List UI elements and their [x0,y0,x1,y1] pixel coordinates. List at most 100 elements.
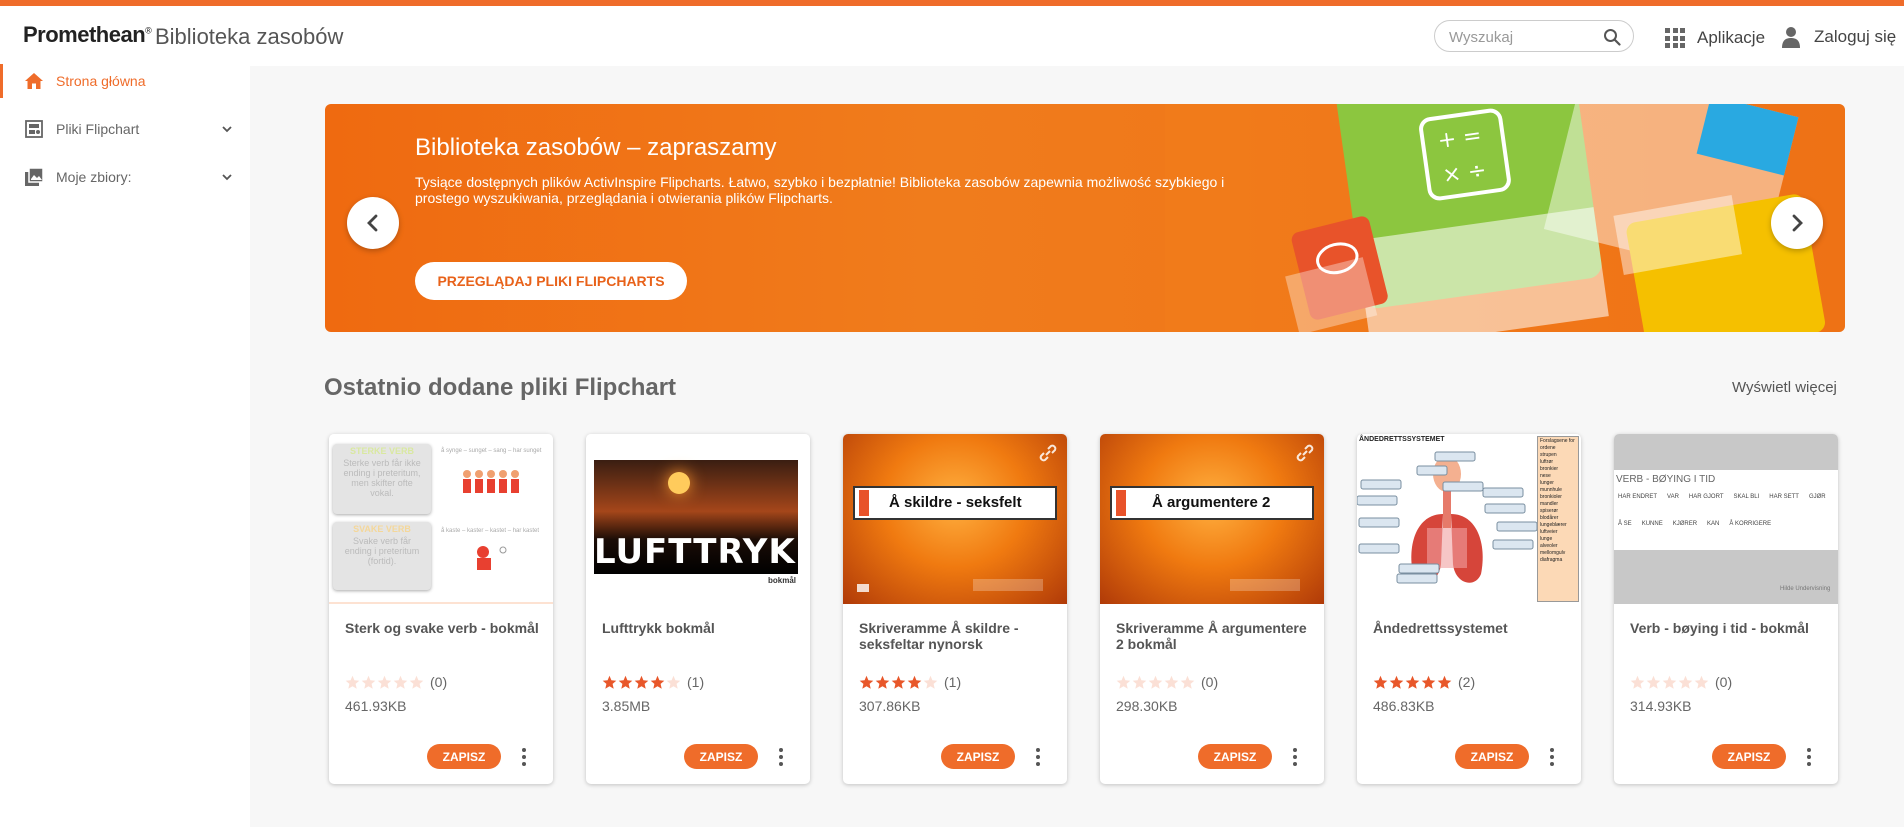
star-filled-icon [1389,675,1404,689]
sidebar-item-collections[interactable]: Moje zbiory: [0,162,250,192]
card-thumbnail[interactable]: Å argumentere 2 [1100,434,1324,604]
sidebar-item-flipcharts[interactable]: Pliki Flipchart [0,114,250,144]
star-filled-icon [1437,675,1452,689]
verb-word: HAR GJORT [1688,494,1724,500]
search-input[interactable] [1449,27,1599,47]
verb-word: HAR SETT [1769,494,1799,500]
star-empty-icon [1132,675,1147,689]
more-options-icon[interactable] [1804,747,1814,767]
anatomy-term: bronkier [1540,466,1559,472]
anatomy-term: lungeblærer [1540,522,1567,528]
star-filled-icon [1373,675,1388,689]
card-thumbnail[interactable]: VERB - BØYING I TID HAR ENDRET VAR HAR GJO… [1614,434,1838,604]
card-title[interactable]: Lufttrykk bokmål [602,620,797,636]
save-button[interactable]: ZAPISZ [1198,744,1272,769]
star-empty-icon [377,675,392,689]
star-filled-icon [875,675,890,689]
flipchart-icon [25,120,43,138]
link-icon [1039,444,1057,462]
sidebar-item-home[interactable]: Strona główna [0,64,250,98]
star-empty-icon [1116,675,1131,689]
more-options-icon[interactable] [1547,747,1557,767]
anatomy-terms-list: Forslagsene for ordene strupen luftrør bron… [1537,436,1579,602]
app-header: Promethean® Biblioteka zasobów Aplikacje… [0,6,1904,66]
verb-word: KJØRER [1672,521,1698,527]
flipchart-card[interactable]: ÅNDEDRETTSSYSTEMET Forslagsene for orden… [1357,434,1581,784]
anatomy-term: lunge [1540,536,1553,542]
card-title[interactable]: Skriveramme Å skildre - seksfeltar nynor… [859,620,1054,652]
anatomy-term: blodårer [1540,515,1559,521]
card-title[interactable]: Skriveramme Å argumentere 2 bokmål [1116,620,1311,652]
flipchart-card[interactable]: STERKE VERB Sterke verb får ikke ending … [329,434,553,784]
banner-title: Biblioteka zasobów – zapraszamy [415,134,777,161]
flipchart-card[interactable]: LUFTTRYKK bokmål Lufttrykk bokmål (1) 3.… [586,434,810,784]
star-empty-icon [1694,675,1709,689]
section-title: Ostatnio dodane pliki Flipchart [324,374,677,401]
see-more-link[interactable]: Wyświetl więcej [1732,379,1837,396]
file-size: 298.30KB [1116,698,1178,714]
star-filled-icon [650,675,665,689]
card-title[interactable]: Sterk og svake verb - bokmål [345,620,540,636]
rating-count: (2) [1458,674,1476,690]
search-box[interactable] [1434,20,1634,52]
home-icon [25,73,43,89]
more-options-icon[interactable] [776,747,786,767]
search-icon[interactable] [1603,28,1621,46]
anatomy-term: bronkioler [1540,494,1562,500]
browse-flipcharts-button[interactable]: PRZEGLĄDAJ PLIKI FLIPCHARTS [415,262,687,300]
card-title[interactable]: Åndedrettssystemet [1373,620,1568,636]
star-filled-icon [634,675,649,689]
star-empty-icon [1678,675,1693,689]
star-filled-icon [1421,675,1436,689]
anatomy-term: Forslagsene for ordene [1540,438,1575,451]
flipchart-card[interactable]: Å skildre - seksfelt Skriveramme Å skild… [843,434,1067,784]
rating-stars: (1) [859,674,961,690]
flipchart-card[interactable]: Å argumentere 2 Skriveramme Å argumenter… [1100,434,1324,784]
card-title[interactable]: Verb - bøying i tid - bokmål [1630,620,1825,636]
card-thumbnail[interactable]: ÅNDEDRETTSSYSTEMET Forslagsene for orden… [1357,434,1581,604]
file-size: 3.85MB [602,698,651,714]
star-empty-icon [345,675,360,689]
banner-text: Tysiące dostępnych plików ActivInspire F… [415,174,1225,206]
save-button[interactable]: ZAPISZ [941,744,1015,769]
more-options-icon[interactable] [519,747,529,767]
verb-word: KUNNE [1641,521,1663,527]
chevron-right-icon [1792,214,1803,232]
sidebar: Strona główna Pliki Flipchart Moje zbior… [0,64,250,827]
apps-menu[interactable]: Aplikacje [1665,26,1765,50]
save-button[interactable]: ZAPISZ [427,744,501,769]
card-thumbnail[interactable]: Å skildre - seksfelt [843,434,1067,604]
more-options-icon[interactable] [1290,747,1300,767]
carousel-prev-button[interactable] [347,197,399,249]
anatomy-term: mandler [1540,501,1559,507]
carousel-next-button[interactable] [1771,197,1823,249]
chevron-down-icon[interactable] [221,123,233,135]
verb-word: Å KORRIGERE [1729,521,1772,527]
flipchart-card[interactable]: VERB - BØYING I TID HAR ENDRET VAR HAR GJO… [1614,434,1838,784]
star-empty-icon [1180,675,1195,689]
verb-word: KAN [1707,521,1720,527]
apps-grid-icon [1665,28,1685,48]
rating-stars: (2) [1373,674,1475,690]
star-empty-icon [1630,675,1645,689]
choir-illustration [463,470,519,493]
star-filled-icon [618,675,633,689]
anatomy-term: nese [1540,473,1551,479]
lufttrykk-word: LUFTTRYKK [594,532,810,572]
login-button[interactable]: Zaloguj się [1782,24,1896,50]
card-thumbnail[interactable]: LUFTTRYKK bokmål [586,434,810,604]
chevron-down-icon[interactable] [221,171,233,183]
rating-count: (0) [1201,674,1219,690]
save-button[interactable]: ZAPISZ [1455,744,1529,769]
rating-stars: (0) [345,674,447,690]
lungs-diagram [1357,451,1537,584]
star-filled-icon [602,675,617,689]
verb-word: HAR ENDRET [1618,494,1658,500]
sidebar-item-label: Strona główna [56,73,146,89]
more-options-icon[interactable] [1033,747,1043,767]
save-button[interactable]: ZAPISZ [1712,744,1786,769]
save-button[interactable]: ZAPISZ [684,744,758,769]
star-empty-icon [409,675,424,689]
card-thumbnail[interactable]: STERKE VERB Sterke verb får ikke ending … [329,434,553,604]
brand-logo[interactable]: Promethean® [23,22,152,48]
